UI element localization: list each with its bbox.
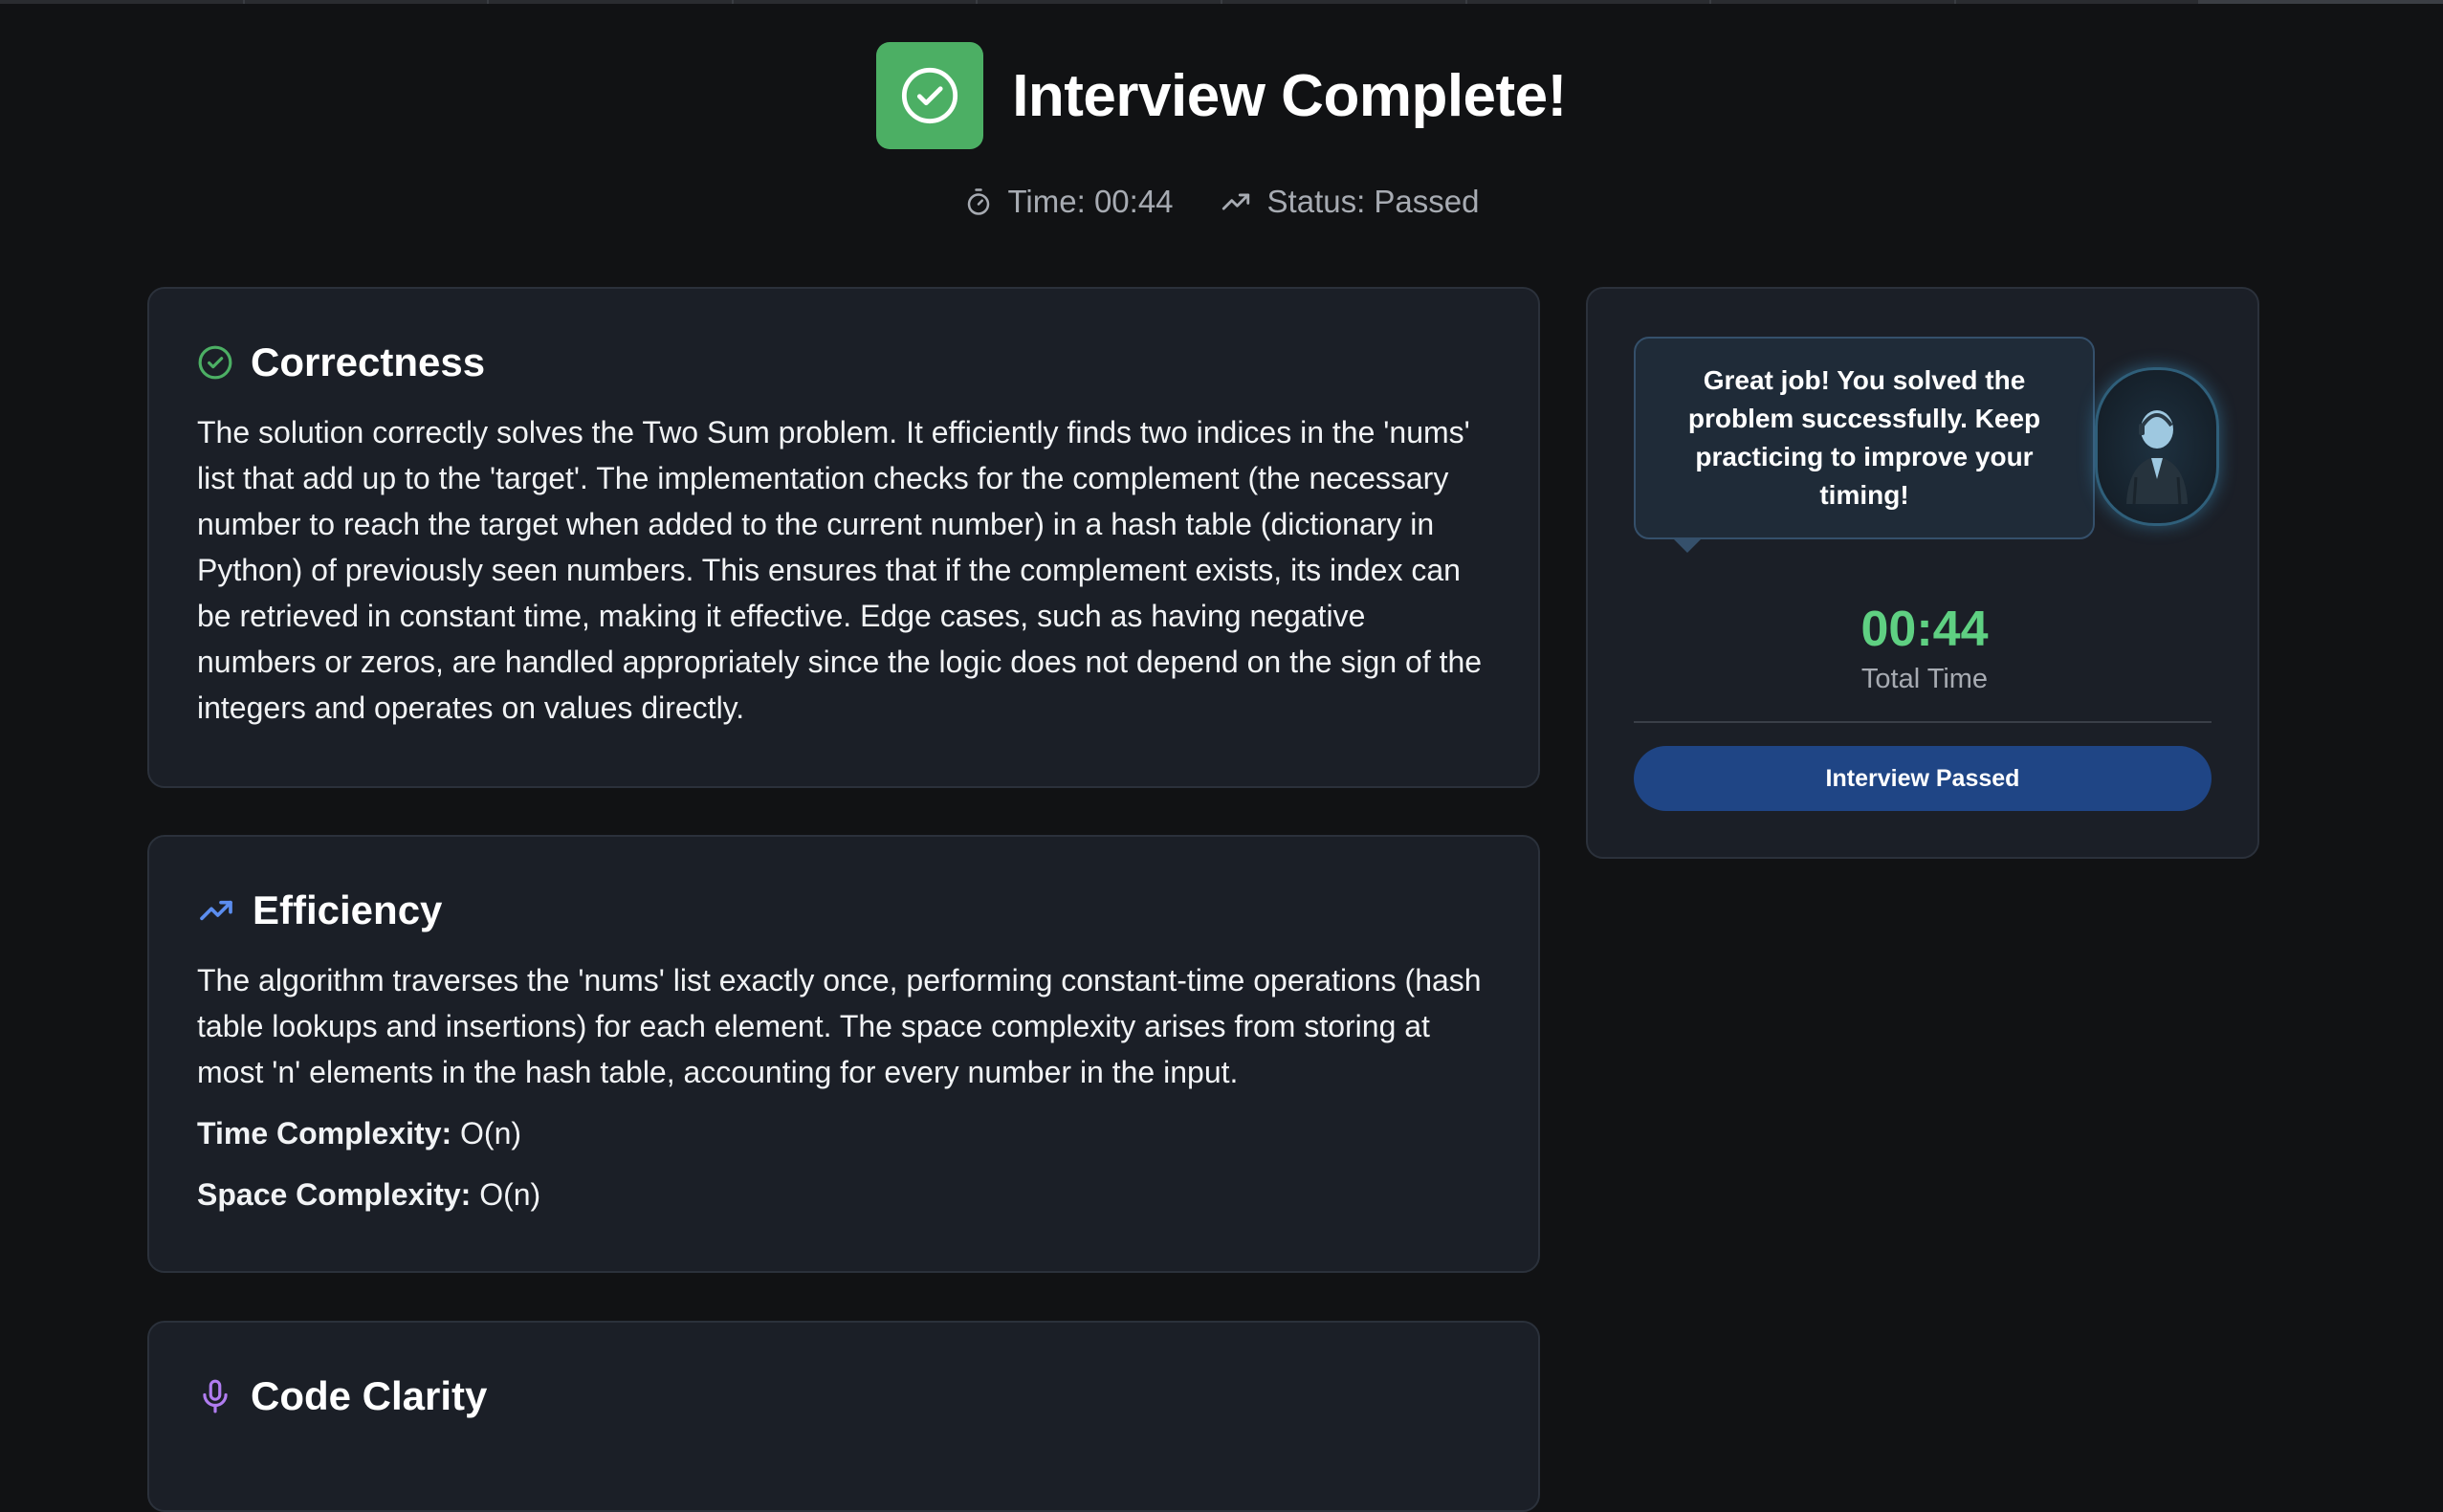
correctness-header: Correctness [197, 329, 1490, 396]
strip-segment [489, 0, 734, 4]
interview-passed-button[interactable]: Interview Passed [1634, 746, 2212, 811]
bubble-tail [1672, 537, 1703, 553]
space-complexity-value: O(n) [479, 1177, 541, 1212]
total-time-label: Total Time [1860, 664, 1989, 694]
interview-meta: Time: 00:44 Status: Passed [964, 184, 1480, 220]
correctness-card: Correctness The solution correctly solve… [147, 287, 1540, 788]
code-clarity-header: Code Clarity [197, 1363, 1490, 1430]
strip-segment [0, 0, 245, 4]
interviewer-avatar [2095, 367, 2219, 526]
trending-up-icon [1222, 193, 1249, 210]
strip-segment [244, 0, 490, 4]
stopwatch-icon [967, 188, 989, 215]
total-time-value: 00:44 [1860, 602, 1989, 657]
strip-segment [1466, 0, 1712, 4]
time-complexity-label: Time Complexity: [197, 1116, 452, 1150]
strip-segment [2200, 0, 2443, 4]
code-clarity-card: Code Clarity [147, 1321, 1540, 1512]
code-clarity-title: Code Clarity [251, 1373, 488, 1418]
result-side-panel: Great job! You solved the problem succes… [1586, 287, 2259, 859]
strip-segment [1955, 0, 2201, 4]
page-header: Interview Complete! Time: 00:44 Status: … [0, 42, 2443, 220]
time-meta: Time: 00:44 [964, 184, 1174, 220]
panel-divider [1634, 721, 2212, 723]
check-circle-icon [902, 67, 958, 124]
interviewer-avatar-icon [2126, 410, 2188, 505]
space-complexity: Space Complexity: O(n) [197, 1172, 1490, 1217]
strip-segment [733, 0, 979, 4]
efficiency-card: Efficiency The algorithm traverses the '… [147, 835, 1540, 1273]
top-progress-strip [0, 0, 2443, 5]
strip-segment [978, 0, 1222, 4]
status-label: Status: Passed [1266, 184, 1480, 219]
status-meta: Status: Passed [1220, 184, 1480, 220]
time-complexity-value: O(n) [460, 1116, 522, 1150]
feedback-bubble: Great job! You solved the problem succes… [1634, 337, 2095, 539]
efficiency-text: The algorithm traverses the 'nums' list … [197, 963, 1482, 1089]
page-title: Interview Complete! [1012, 62, 1567, 129]
strip-segment [1711, 0, 1956, 4]
time-complexity: Time Complexity: O(n) [197, 1110, 1490, 1156]
time-label: Time: 00:44 [1007, 184, 1174, 219]
title-row: Interview Complete! [876, 42, 1567, 149]
microphone-icon [203, 1379, 228, 1413]
correctness-text: The solution correctly solves the Two Su… [197, 415, 1483, 725]
check-circle-icon [198, 345, 232, 380]
success-badge [876, 42, 984, 149]
efficiency-title: Efficiency [253, 887, 443, 932]
space-complexity-label: Space Complexity: [197, 1177, 472, 1212]
efficiency-header: Efficiency [197, 877, 1490, 944]
trending-up-icon [200, 900, 232, 921]
correctness-title: Correctness [251, 340, 486, 384]
strip-segment [1222, 0, 1467, 4]
